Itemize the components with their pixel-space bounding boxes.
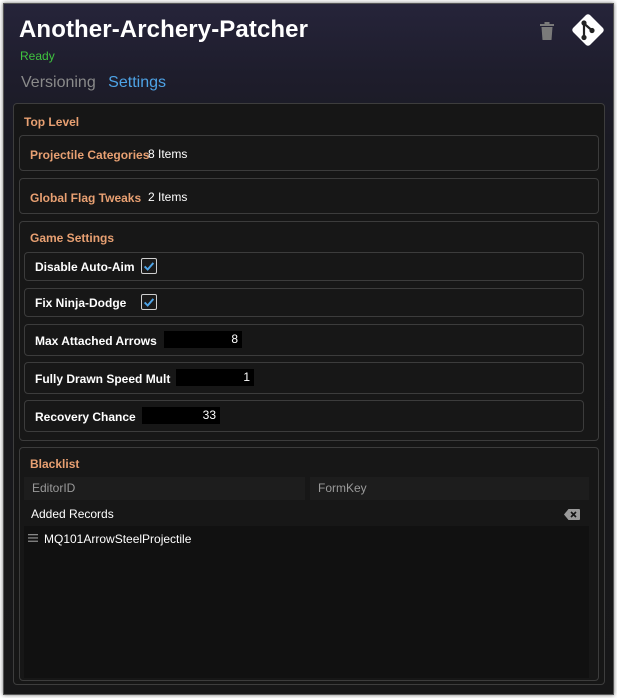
recovery-chance-label: Recovery Chance	[35, 410, 136, 424]
fully-drawn-speed-mult-label: Fully Drawn Speed Mult	[35, 372, 171, 386]
tab-versioning[interactable]: Versioning	[21, 74, 96, 92]
disable-auto-aim-checkbox[interactable]	[141, 258, 157, 274]
fully-drawn-speed-mult-row: Fully Drawn Speed Mult 1	[24, 362, 584, 394]
app-title: Another-Archery-Patcher	[19, 16, 309, 43]
settings-panel: Top Level Projectile Categories 8 Items …	[13, 103, 605, 685]
projectile-categories-count: 8 Items	[148, 147, 188, 161]
fix-ninja-dodge-row: Fix Ninja-Dodge	[24, 288, 584, 317]
status-text: Ready	[20, 49, 55, 63]
projectile-categories-label: Projectile Categories	[30, 148, 150, 162]
game-settings-title: Game Settings	[30, 231, 115, 245]
app-window: Another-Archery-Patcher Ready Versioning…	[3, 3, 614, 695]
global-flag-tweaks-count: 2 Items	[148, 190, 188, 204]
form-key-input[interactable]: FormKey	[310, 477, 589, 500]
list-item[interactable]: MQ101ArrowSteelProjectile	[24, 526, 589, 550]
trash-icon[interactable]	[540, 22, 554, 40]
game-settings-group: Game Settings Disable Auto-Aim Fix Ninja…	[19, 221, 599, 441]
top-level-title: Top Level	[24, 115, 80, 129]
max-attached-arrows-row: Max Attached Arrows 8	[24, 324, 584, 356]
added-records-list: MQ101ArrowSteelProjectile	[24, 526, 589, 678]
projectile-categories-row[interactable]: Projectile Categories 8 Items	[19, 135, 599, 171]
recovery-chance-input[interactable]: 33	[142, 407, 220, 424]
tab-bar: Versioning Settings	[21, 74, 174, 92]
recovery-chance-row: Recovery Chance 33	[24, 400, 584, 432]
global-flag-tweaks-row[interactable]: Global Flag Tweaks 2 Items	[19, 178, 599, 214]
max-attached-arrows-input[interactable]: 8	[164, 331, 242, 348]
global-flag-tweaks-label: Global Flag Tweaks	[30, 191, 142, 205]
drag-handle-icon[interactable]	[28, 534, 38, 542]
tab-settings[interactable]: Settings	[108, 74, 166, 92]
blacklist-group: Blacklist EditorID FormKey Added Records…	[19, 447, 599, 681]
fix-ninja-dodge-label: Fix Ninja-Dodge	[35, 296, 127, 310]
blacklist-title: Blacklist	[30, 457, 80, 471]
editor-id-input[interactable]: EditorID	[24, 477, 305, 500]
clear-records-icon[interactable]	[564, 509, 580, 520]
max-attached-arrows-label: Max Attached Arrows	[35, 334, 157, 348]
fix-ninja-dodge-checkbox[interactable]	[141, 294, 157, 310]
record-name: MQ101ArrowSteelProjectile	[44, 532, 192, 546]
disable-auto-aim-label: Disable Auto-Aim	[35, 260, 135, 274]
fully-drawn-speed-mult-input[interactable]: 1	[176, 369, 254, 386]
git-icon[interactable]	[570, 12, 606, 48]
added-records-label: Added Records	[31, 507, 114, 521]
disable-auto-aim-row: Disable Auto-Aim	[24, 252, 584, 281]
